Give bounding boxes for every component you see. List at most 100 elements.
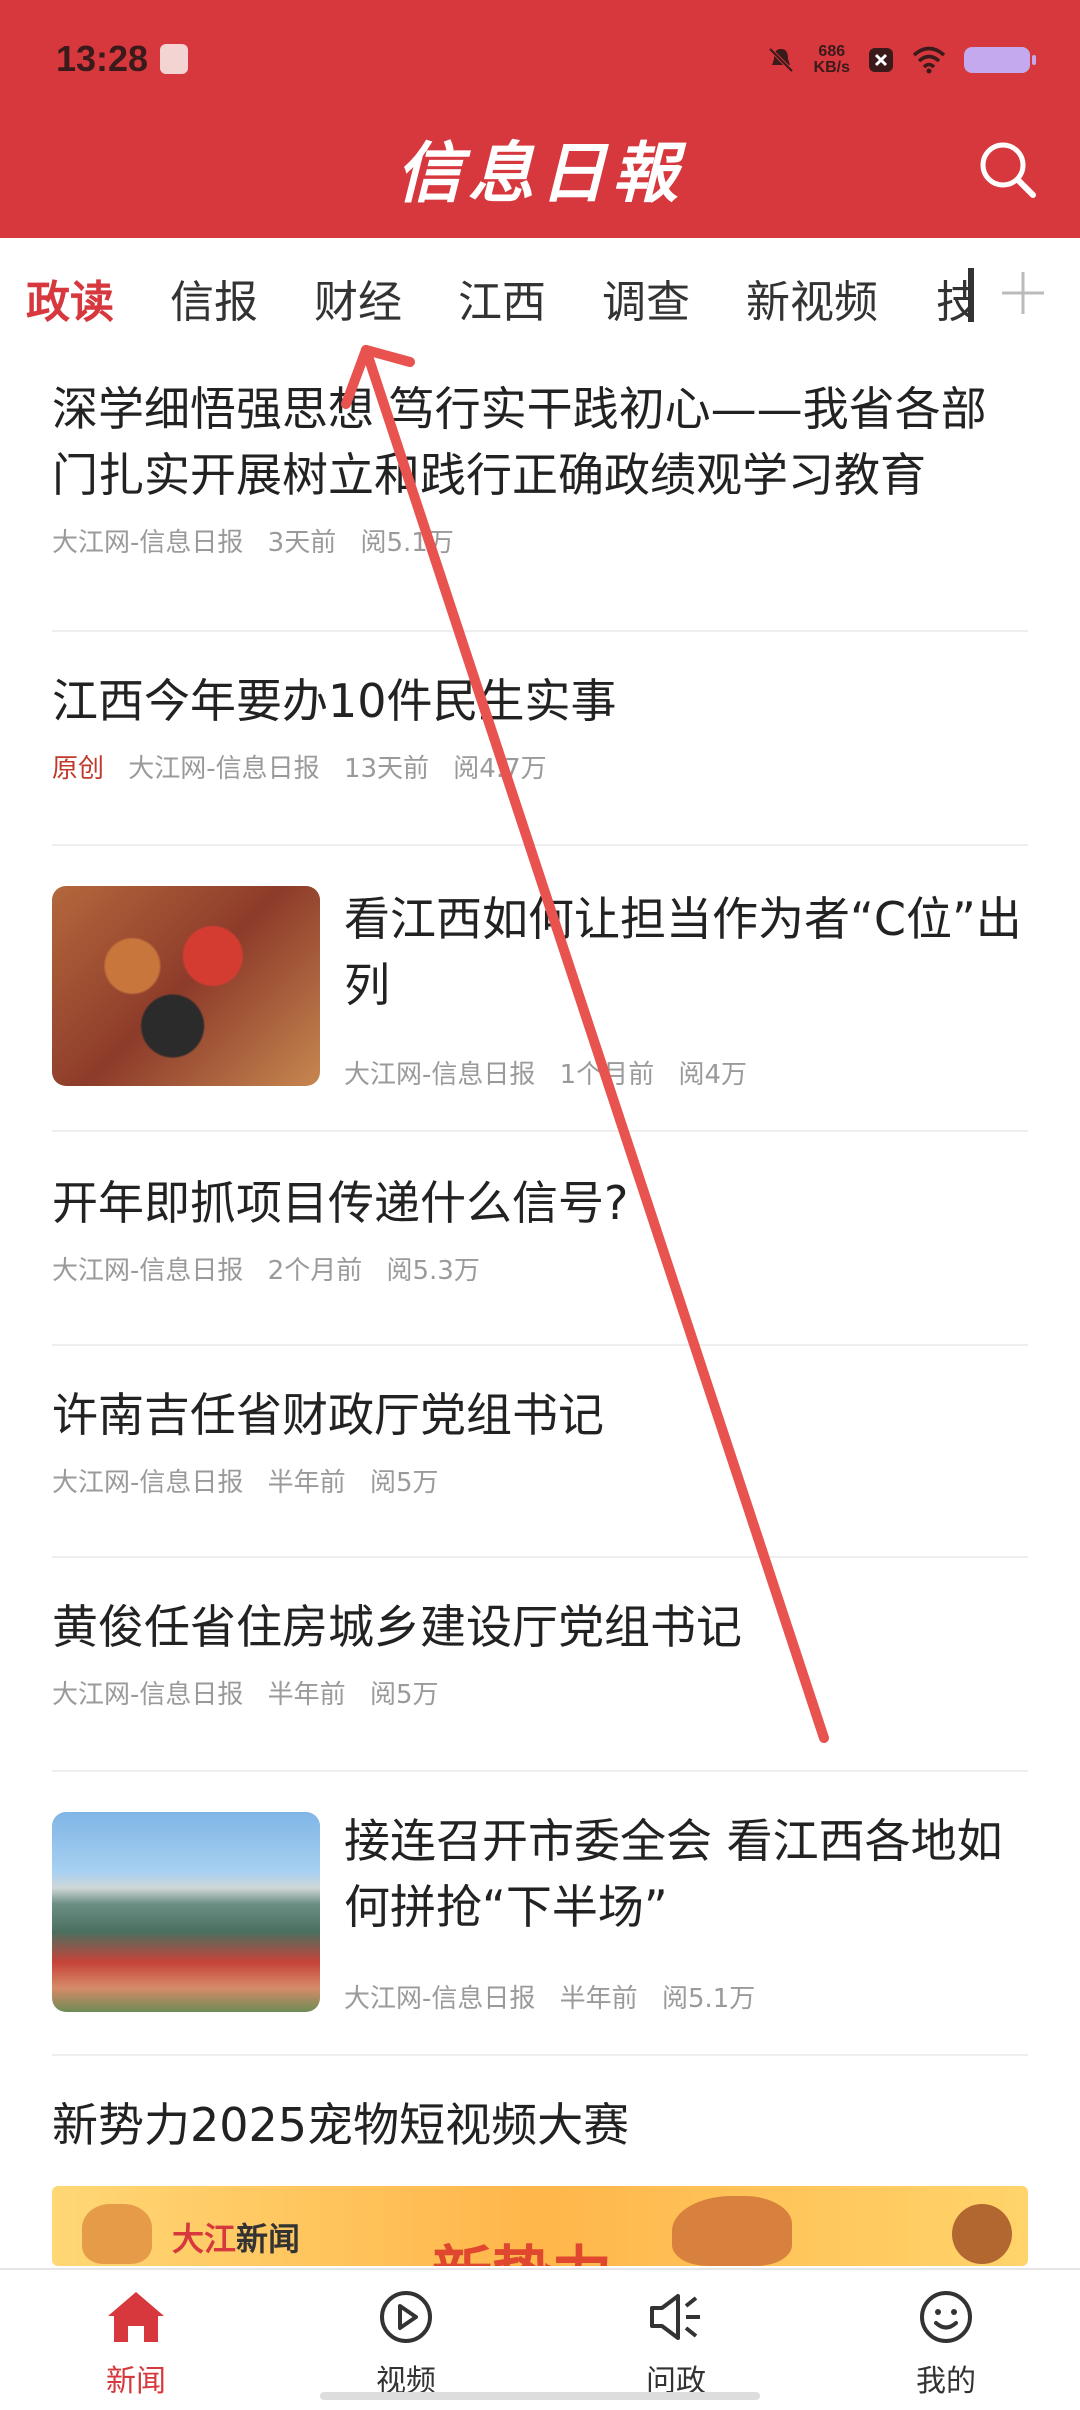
nav-mine[interactable]: 我的	[876, 2288, 1016, 2400]
article-title: 看江西如何让担当作为者“C位”出列	[344, 892, 1022, 1012]
list-item[interactable]: 看江西如何让担当作为者“C位”出列	[344, 886, 1024, 1018]
article-meta: 大江网-信息日报 半年前 阅5万	[52, 1462, 1028, 1499]
status-icons: 686 KB/s	[766, 40, 1036, 80]
list-item[interactable]: 深学细悟强思想 笃行实干践初心——我省各部门扎实开展树立和践行正确政绩观学习教育…	[52, 376, 1028, 559]
network-speed-unit: KB/s	[813, 59, 850, 76]
tab-zhengdu[interactable]: 政读	[26, 266, 114, 330]
list-item[interactable]: 新势力2025宠物短视频大赛	[52, 2092, 1028, 2158]
tab-jiangxi[interactable]: 江西	[458, 266, 546, 330]
app-header: 13:28 686 KB/s 信息日報	[0, 0, 1080, 238]
banner-headline: 新势力	[432, 2226, 612, 2266]
mute-icon	[766, 45, 796, 75]
article-meta: 大江网-信息日报 1个月前 阅4万	[344, 1054, 763, 1091]
article-title: 新势力2025宠物短视频大赛	[52, 2098, 630, 2152]
article-meta: 大江网-信息日报 2个月前 阅5.3万	[52, 1250, 1028, 1287]
tab-xinshipin[interactable]: 新视频	[746, 266, 878, 330]
article-source: 大江网-信息日报	[52, 1256, 244, 1286]
divider	[52, 1344, 1028, 1346]
article-time: 半年前	[267, 1680, 346, 1710]
divider	[52, 1556, 1028, 1558]
tab-diaocha[interactable]: 调查	[602, 266, 690, 330]
banner-pet-illustration	[82, 2204, 152, 2264]
article-title: 接连召开市委全会 看江西各地如何拼抢“下半场”	[344, 1814, 1003, 1934]
article-source: 大江网-信息日报	[52, 1680, 244, 1710]
divider	[52, 2054, 1028, 2056]
list-item[interactable]: 开年即抓项目传递什么信号? 大江网-信息日报 2个月前 阅5.3万	[52, 1170, 1028, 1287]
list-item[interactable]: 接连召开市委全会 看江西各地如何拼抢“下半场”	[344, 1808, 1024, 1940]
article-source: 大江网-信息日报	[52, 528, 244, 558]
wifi-icon	[912, 46, 946, 74]
divider	[52, 1770, 1028, 1772]
banner-logo-red: 大江	[172, 2220, 237, 2258]
article-title: 许南吉任省财政厅党组书记	[52, 1388, 604, 1442]
article-meta: 原创 大江网-信息日报 13天前 阅4.7万	[52, 748, 1028, 785]
article-meta: 大江网-信息日报 半年前 阅5万	[52, 1674, 1028, 1711]
article-reads: 阅5.1万	[661, 1984, 756, 2014]
article-title: 开年即抓项目传递什么信号?	[52, 1176, 629, 1230]
home-indicator[interactable]	[320, 2392, 760, 2400]
article-time: 1个月前	[559, 1060, 655, 1090]
smiley-icon	[920, 2291, 972, 2343]
banner-logo-dark: 新闻	[236, 2220, 301, 2258]
article-time: 2个月前	[267, 1256, 363, 1286]
article-title: 江西今年要办10件民生实事	[52, 674, 617, 728]
list-item[interactable]: 江西今年要办10件民生实事 原创 大江网-信息日报 13天前 阅4.7万	[52, 668, 1028, 785]
divider	[52, 1130, 1028, 1132]
original-tag: 原创	[52, 754, 105, 784]
nav-video[interactable]: 视频	[336, 2288, 476, 2400]
article-thumbnail[interactable]	[52, 1812, 320, 2012]
nav-label: 新闻	[106, 2364, 166, 2399]
app-logo-title: 信息日報	[396, 134, 684, 212]
battery-icon	[964, 47, 1036, 73]
article-title: 深学细悟强思想 笃行实干践初心——我省各部门扎实开展树立和践行正确政绩观学习教育	[52, 382, 987, 502]
article-reads: 阅4万	[678, 1060, 748, 1090]
category-tabs: 政读 信报 财经 江西 调查 新视频 技	[0, 238, 1080, 350]
article-reads: 阅5万	[369, 1468, 439, 1498]
nav-news[interactable]: 新闻	[66, 2288, 206, 2400]
article-meta: 大江网-信息日报 半年前 阅5.1万	[344, 1978, 771, 2015]
x-app-icon	[868, 47, 894, 73]
banner-pet-illustration	[672, 2196, 792, 2266]
play-icon	[380, 2291, 432, 2343]
status-time: 13:28	[56, 38, 149, 79]
article-source: 大江网-信息日报	[52, 1468, 244, 1498]
article-reads: 阅4.7万	[453, 754, 547, 784]
article-source: 大江网-信息日报	[128, 754, 320, 784]
divider	[52, 630, 1028, 632]
nav-wenzheng[interactable]: 问政	[606, 2288, 746, 2400]
status-bar: 13:28 686 KB/s	[0, 0, 1080, 120]
tab-caijing[interactable]: 财经	[314, 266, 402, 330]
divider	[52, 844, 1028, 846]
article-reads: 阅5.1万	[360, 528, 454, 558]
article-source: 大江网-信息日报	[344, 1060, 536, 1090]
network-speed: 686 KB/s	[814, 44, 850, 76]
search-button[interactable]	[976, 138, 1040, 202]
article-meta: 大江网-信息日报 3天前 阅5.1万	[52, 522, 1028, 559]
article-time: 半年前	[267, 1468, 346, 1498]
nav-label: 我的	[916, 2364, 976, 2399]
article-reads: 阅5.3万	[386, 1256, 480, 1286]
banner-pet-illustration	[952, 2204, 1012, 2264]
search-icon	[980, 142, 1036, 198]
promo-banner[interactable]: 大江新闻 新势力	[52, 2186, 1028, 2266]
article-source: 大江网-信息日报	[344, 1984, 536, 2014]
notification-app-icon	[160, 44, 188, 74]
list-item[interactable]: 许南吉任省财政厅党组书记 大江网-信息日报 半年前 阅5万	[52, 1382, 1028, 1499]
article-reads: 阅5万	[369, 1680, 439, 1710]
list-item[interactable]: 黄俊任省住房城乡建设厅党组书记 大江网-信息日报 半年前 阅5万	[52, 1594, 1028, 1711]
tab-xinbao[interactable]: 信报	[170, 266, 258, 330]
home-icon	[108, 2292, 164, 2342]
tabs-scroll-edge	[968, 268, 974, 322]
bottom-navigation: 新闻 视频 问政 我的	[0, 2268, 1080, 2410]
article-thumbnail[interactable]	[52, 886, 320, 1086]
article-time: 半年前	[559, 1984, 638, 2014]
plus-icon	[1002, 272, 1044, 314]
tab-partial[interactable]: 技	[936, 266, 968, 330]
banner-logo: 大江新闻	[172, 2214, 300, 2260]
article-time: 13天前	[343, 754, 430, 784]
network-speed-value: 686	[818, 43, 846, 60]
megaphone-icon	[650, 2294, 700, 2340]
add-channel-button[interactable]	[998, 268, 1048, 318]
article-time: 3天前	[267, 528, 337, 558]
article-title: 黄俊任省住房城乡建设厅党组书记	[52, 1600, 742, 1654]
